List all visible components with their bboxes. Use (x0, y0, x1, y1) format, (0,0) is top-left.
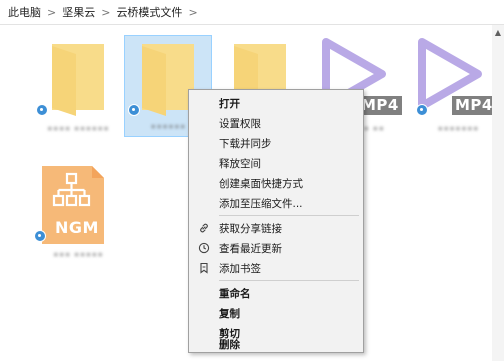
menu-separator (219, 280, 359, 281)
bookmark-icon (197, 261, 211, 275)
file-item-mp4-2[interactable]: MP4 ••••••• (414, 36, 498, 148)
sync-status-icon (416, 104, 428, 116)
menu-item-delete[interactable]: 删除 (191, 339, 361, 351)
menu-item-add-to-archive[interactable]: 添加至压缩文件... (191, 193, 361, 213)
chevron-right-icon[interactable]: > (43, 6, 60, 19)
link-icon (197, 221, 211, 235)
file-item-ngm[interactable]: NGM ••• ••••• (34, 162, 118, 274)
sync-status-icon (34, 230, 46, 242)
breadcrumb: 此电脑 > 坚果云 > 云桥模式文件 > (0, 0, 504, 24)
menu-item-copy[interactable]: 复制 (191, 303, 361, 323)
sync-status-icon (36, 104, 48, 116)
menu-item-view-recent-updates[interactable]: 查看最近更新 (191, 238, 361, 258)
scroll-up-arrow-icon[interactable]: ▲ (492, 25, 504, 39)
scroll-track[interactable] (494, 41, 502, 359)
menu-item-download-and-sync[interactable]: 下载并同步 (191, 133, 361, 153)
menu-item-set-permissions[interactable]: 设置权限 (191, 113, 361, 133)
divider (0, 24, 504, 25)
breadcrumb-jianguoyun[interactable]: 坚果云 (60, 4, 97, 20)
vertical-scrollbar[interactable]: ▲ (492, 25, 504, 361)
chevron-right-icon[interactable]: > (184, 6, 201, 19)
context-menu: 打开 设置权限 下载并同步 释放空间 创建桌面快捷方式 添加至压缩文件... 获… (188, 89, 364, 353)
sync-status-icon (128, 104, 140, 116)
breadcrumb-this-pc[interactable]: 此电脑 (6, 4, 43, 20)
file-name: •••• •••••• (46, 124, 110, 135)
file-item-folder-1[interactable]: •••• •••••• (34, 36, 118, 148)
mp4-badge: MP4 (452, 96, 496, 115)
clock-icon (197, 241, 211, 255)
menu-item-cut[interactable]: 剪切 (191, 323, 361, 343)
file-name: ••••••• (437, 124, 479, 135)
file-name: ••• ••••• (52, 250, 104, 261)
menu-item-open[interactable]: 打开 (191, 93, 361, 113)
menu-item-free-up-space[interactable]: 释放空间 (191, 153, 361, 173)
menu-item-add-bookmark[interactable]: 添加书签 (191, 258, 361, 278)
menu-item-get-share-link[interactable]: 获取分享链接 (191, 218, 361, 238)
menu-item-rename[interactable]: 重命名 (191, 283, 361, 303)
menu-item-create-desktop-shortcut[interactable]: 创建桌面快捷方式 (191, 173, 361, 193)
breadcrumb-current-folder[interactable]: 云桥模式文件 (114, 4, 184, 20)
chevron-right-icon[interactable]: > (97, 6, 114, 19)
ngm-badge: NGM (55, 218, 99, 237)
mp4-badge: MP4 (358, 96, 402, 115)
menu-separator (219, 215, 359, 216)
